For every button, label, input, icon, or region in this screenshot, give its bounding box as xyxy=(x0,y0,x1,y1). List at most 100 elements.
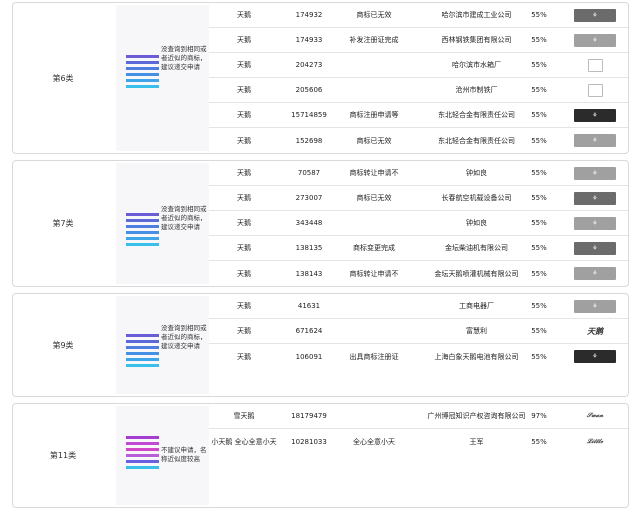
risk-bar xyxy=(126,73,159,76)
swan-logo-icon: ⚘ xyxy=(574,166,616,180)
swan-logo-icon: ⚘ xyxy=(574,108,616,122)
similarity: 55% xyxy=(531,11,547,19)
table-row[interactable]: 天鹅 15714859 商标注册申请等 东北轻合金有限责任公司 55% ⚘ xyxy=(209,103,628,128)
table-row[interactable]: 天鹅 343448 钟如良 55% ⚘ xyxy=(209,211,628,236)
swan-logo-icon: ⚘ xyxy=(574,8,616,22)
risk-bar xyxy=(126,346,159,349)
table-row[interactable]: 天鹅 273007 商标已无效 长春航空机载设备公司 55% ⚘ xyxy=(209,186,628,211)
table-row[interactable]: 天鹅 174933 补发注册证完成 西林钢铁集团有限公司 55% ⚘ xyxy=(209,28,628,53)
placeholder-logo-icon xyxy=(587,83,603,97)
similarity: 55% xyxy=(531,302,547,310)
mark-name: 天鹅 xyxy=(237,136,251,145)
mark-name: 天鹅 xyxy=(237,352,251,361)
risk-bar xyxy=(126,454,159,457)
trademark-rows: 天鹅 70587 商标转让申请不 钟如良 55% ⚘ 天鹅 273007 商标已… xyxy=(209,161,628,286)
mark-name: 天鹅 xyxy=(237,269,251,278)
mark-name: 小天鹅 全心全意小天 xyxy=(211,437,277,446)
table-row[interactable]: 天鹅 41631 工商电器厂 55% ⚘ xyxy=(209,294,628,319)
risk-bar xyxy=(126,237,159,240)
table-row[interactable]: 小天鹅 全心全意小天 10281033 全心全意小天 王军 55% 𝓛𝓲𝓽𝓽𝓵𝓮 xyxy=(209,429,628,454)
mark-name: 天鹅 xyxy=(237,169,251,177)
reg-number: 18179479 xyxy=(291,412,327,420)
risk-bar xyxy=(126,55,159,58)
swan-logo-icon: ⚘ xyxy=(574,299,616,313)
class-label: 第6类 xyxy=(52,73,74,83)
reg-number: 41631 xyxy=(297,302,321,310)
risk-bar xyxy=(126,79,159,82)
risk-panel: 不建议申请，名称近似度较高 xyxy=(116,406,209,505)
table-row[interactable]: 天鹅 152698 商标已无效 东北轻合金有限责任公司 55% ⚘ xyxy=(209,128,628,153)
table-row[interactable]: 天鹅 205606 沧州市制铁厂 55% xyxy=(209,78,628,103)
table-row[interactable]: 雪天鹅 18179479 广州博冠知识产权咨询有限公司 97% 𝓢𝔀𝓪𝓷 xyxy=(209,404,628,429)
table-row[interactable]: 天鹅 138143 商标转让申请不 金坛天鹅喷灌机械有限公司 55% ⚘ xyxy=(209,261,628,286)
table-row[interactable]: 天鹅 204273 哈尔滨市水箱厂 55% xyxy=(209,53,628,78)
risk-bar xyxy=(126,340,159,343)
similarity: 55% xyxy=(531,86,547,94)
script-logo-icon: 𝓛𝓲𝓽𝓽𝓵𝓮 xyxy=(574,435,616,448)
risk-bars xyxy=(126,436,159,472)
reg-number: 671624 xyxy=(295,327,323,335)
risk-bar xyxy=(126,436,159,439)
risk-bar xyxy=(126,61,159,64)
similarity: 55% xyxy=(531,352,547,361)
risk-bars xyxy=(126,334,159,370)
table-row[interactable]: 天鹅 671624 富慧利 55% 天鹅 xyxy=(209,319,628,344)
risk-text: 没查询到相同或者近似的商标，建议递交申请 xyxy=(161,324,207,350)
mark-name: 雪天鹅 xyxy=(233,412,255,420)
risk-bar xyxy=(126,466,159,469)
similarity: 55% xyxy=(531,169,547,177)
swan-logo-icon: ⚘ xyxy=(574,241,616,255)
mark-name: 天鹅 xyxy=(237,219,251,227)
risk-bars xyxy=(126,55,159,91)
class-card-9: 第9类 没查询到相同或者近似的商标，建议递交申请 天鹅 41631 工商电器厂 … xyxy=(12,293,629,397)
risk-bar xyxy=(126,219,159,222)
swan-logo-icon: ⚘ xyxy=(574,134,616,147)
class-label: 第9类 xyxy=(52,340,74,350)
risk-bar xyxy=(126,231,159,234)
table-row[interactable]: 天鹅 138135 商标变更完成 金坛柴油机有限公司 55% ⚘ xyxy=(209,236,628,261)
table-row[interactable]: 天鹅 70587 商标转让申请不 钟如良 55% ⚘ xyxy=(209,161,628,186)
reg-number: 205606 xyxy=(295,86,323,94)
risk-bar xyxy=(126,364,159,367)
swan-logo-icon: ⚘ xyxy=(574,216,616,230)
class-label: 第11类 xyxy=(49,451,77,460)
similarity: 55% xyxy=(531,327,547,335)
risk-bar xyxy=(126,213,159,216)
risk-bars xyxy=(126,213,159,249)
table-row[interactable]: 天鹅 174932 商标已无效 哈尔滨市建成工业公司 55% ⚘ xyxy=(209,3,628,28)
swan-logo-icon: ⚘ xyxy=(574,267,616,280)
similarity: 55% xyxy=(531,244,547,252)
mark-name: 天鹅 xyxy=(237,302,251,310)
placeholder-logo-icon xyxy=(587,58,603,72)
risk-text: 没查询到相同或者近似的商标，建议递交申请 xyxy=(161,45,207,71)
class-card-7: 第7类 没查询到相同或者近似的商标，建议递交申请 天鹅 70587 商标转让申请… xyxy=(12,160,629,287)
risk-bar xyxy=(126,352,159,355)
risk-bar xyxy=(126,358,159,361)
reg-number: 174932 xyxy=(295,11,323,19)
trademark-rows: 雪天鹅 18179479 广州博冠知识产权咨询有限公司 97% 𝓢𝔀𝓪𝓷 小天鹅… xyxy=(209,404,628,507)
mark-name: 天鹅 xyxy=(237,36,251,44)
table-row[interactable]: 天鹅 106091 出具商标注册证 上海白象天鹅电池有限公司 55% ⚘ xyxy=(209,344,628,369)
mark-name: 天鹅 xyxy=(237,327,251,335)
similarity: 55% xyxy=(531,61,547,69)
risk-bar xyxy=(126,442,159,445)
mark-name: 天鹅 xyxy=(237,111,251,119)
reg-number: 273007 xyxy=(295,194,323,202)
reg-number: 152698 xyxy=(295,136,323,145)
reg-number: 106091 xyxy=(295,352,323,361)
reg-number: 70587 xyxy=(297,169,321,177)
mark-name: 天鹅 xyxy=(237,61,251,69)
reg-number: 138143 xyxy=(295,269,323,278)
trademark-rows: 天鹅 41631 工商电器厂 55% ⚘ 天鹅 671624 富慧利 55% 天… xyxy=(209,294,628,396)
similarity: 55% xyxy=(531,437,547,446)
similarity: 55% xyxy=(531,36,547,44)
swan-logo-icon: ⚘ xyxy=(574,33,616,47)
class-card-11: 第11类 不建议申请，名称近似度较高 雪天鹅 18179479 广州博冠知识产权… xyxy=(12,403,629,508)
mark-name: 天鹅 xyxy=(237,244,251,252)
similarity: 55% xyxy=(531,194,547,202)
similarity: 97% xyxy=(531,412,547,420)
risk-panel: 没查询到相同或者近似的商标，建议递交申请 xyxy=(116,163,209,284)
similarity: 55% xyxy=(531,136,547,145)
risk-text: 不建议申请，名称近似度较高 xyxy=(161,446,207,463)
similarity: 55% xyxy=(531,219,547,227)
